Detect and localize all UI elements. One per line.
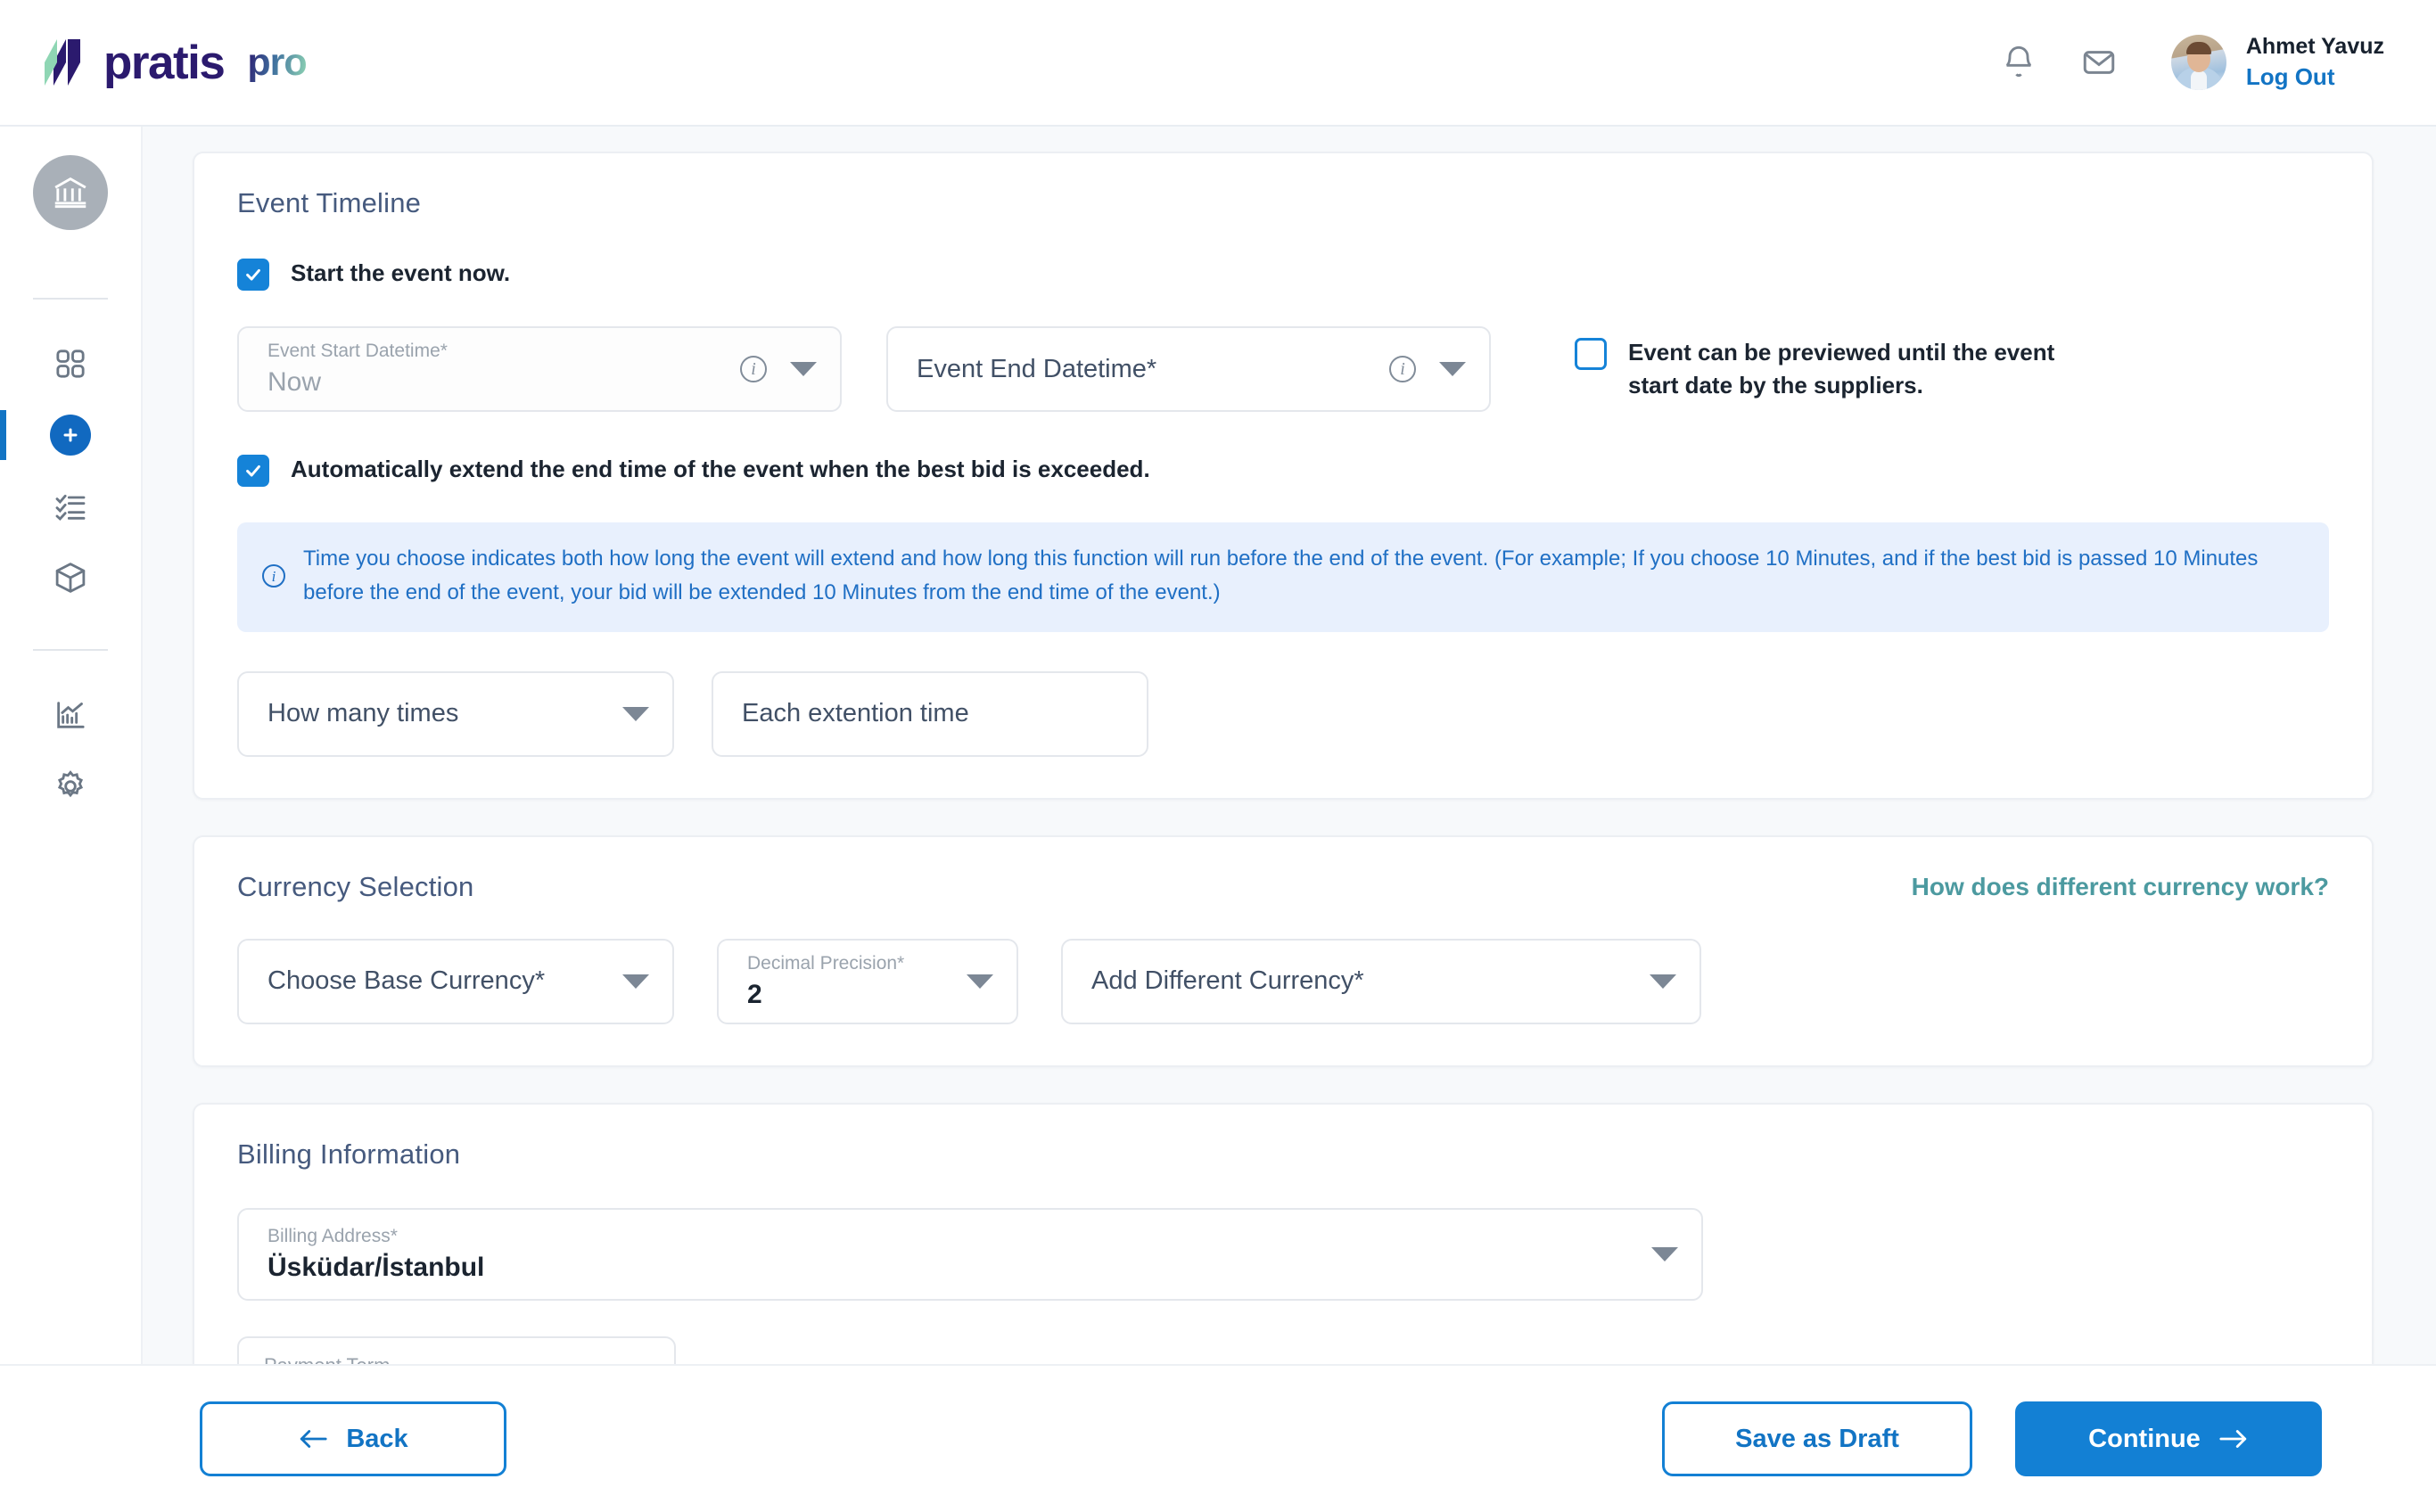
datetime-row: Event Start Datetime* Now i Event End Da… bbox=[237, 326, 2329, 412]
continue-button-label: Continue bbox=[2088, 1424, 2201, 1453]
avatar bbox=[2170, 35, 2226, 90]
arrow-left-icon bbox=[300, 1430, 327, 1448]
brand-logo[interactable]: pratis pro bbox=[45, 36, 308, 89]
event-start-datetime-field: Event Start Datetime* Now i bbox=[237, 326, 842, 412]
billing-address-value: Üsküdar/İstanbul bbox=[267, 1252, 485, 1282]
sidebar-item-reports[interactable] bbox=[0, 679, 141, 751]
extend-info-banner: i Time you choose indicates both how lon… bbox=[237, 522, 2329, 632]
how-many-times-placeholder: How many times bbox=[267, 699, 459, 728]
checklist-icon bbox=[55, 494, 86, 521]
save-as-draft-label: Save as Draft bbox=[1735, 1424, 1899, 1453]
chevron-down-icon[interactable] bbox=[1650, 974, 1676, 989]
payment-term-caption: Payment Term bbox=[264, 1354, 644, 1364]
add-different-currency-field[interactable]: Add Different Currency* bbox=[1061, 938, 1701, 1024]
event-start-datetime-label: Event Start Datetime* bbox=[267, 340, 448, 361]
currency-fields-row: Choose Base Currency* Decimal Precision*… bbox=[237, 938, 2329, 1024]
logo-text: pratis bbox=[103, 36, 226, 89]
app-root: pratis pro Ahmet Yavuz Log Out Event Tim… bbox=[0, 0, 2436, 1512]
arrow-right-icon bbox=[2219, 1430, 2246, 1448]
sidebar-divider-bottom bbox=[33, 649, 108, 651]
main-scroll-area[interactable]: Event Timeline Start the event now. Even… bbox=[143, 127, 2436, 1364]
decimal-precision-value: 2 bbox=[747, 979, 762, 1009]
chevron-down-icon[interactable] bbox=[622, 974, 649, 989]
chevron-down-icon[interactable] bbox=[790, 362, 817, 376]
base-currency-placeholder: Choose Base Currency* bbox=[267, 966, 546, 996]
sidebar bbox=[0, 127, 143, 1364]
box-package-icon bbox=[55, 563, 86, 593]
auto-extend-checkbox[interactable] bbox=[237, 455, 269, 487]
sidebar-item-tasks[interactable] bbox=[0, 471, 141, 542]
page-section-title-billing: Billing Information bbox=[237, 1138, 461, 1170]
sidebar-item-create-event[interactable] bbox=[0, 399, 141, 471]
continue-button[interactable]: Continue bbox=[2015, 1401, 2322, 1476]
billing-address-field[interactable]: Billing Address* Üsküdar/İstanbul bbox=[237, 1207, 1703, 1301]
each-extention-time-placeholder: Each extention time bbox=[742, 699, 969, 728]
extend-info-banner-text: Time you choose indicates both how long … bbox=[303, 546, 2259, 605]
each-extention-time-field[interactable]: Each extention time bbox=[712, 670, 1148, 757]
logo-pro-text: pro bbox=[247, 40, 307, 84]
event-end-datetime-field[interactable]: Event End Datetime* i bbox=[886, 326, 1491, 412]
back-button[interactable]: Back bbox=[200, 1401, 506, 1476]
check-icon bbox=[246, 268, 260, 281]
sidebar-item-settings[interactable] bbox=[0, 751, 141, 822]
envelope-icon[interactable] bbox=[2078, 42, 2119, 83]
event-start-datetime-value: Now bbox=[267, 367, 322, 398]
page-section-title-currency: Currency Selection bbox=[237, 870, 474, 902]
page-section-title-event-timeline: Event Timeline bbox=[237, 187, 422, 218]
chevron-down-icon[interactable] bbox=[622, 706, 649, 721]
preview-until-start-checkbox[interactable] bbox=[1575, 338, 1607, 371]
chevron-down-icon[interactable] bbox=[967, 974, 993, 989]
base-currency-field[interactable]: Choose Base Currency* bbox=[237, 938, 674, 1024]
sidebar-divider-top bbox=[33, 298, 108, 300]
body-row: Event Timeline Start the event now. Even… bbox=[0, 127, 2436, 1364]
decimal-precision-label: Decimal Precision* bbox=[747, 952, 905, 974]
chevron-down-icon[interactable] bbox=[1439, 362, 1466, 376]
preview-until-start-row[interactable]: Event can be previewed until the event s… bbox=[1575, 336, 2110, 402]
save-as-draft-button[interactable]: Save as Draft bbox=[1662, 1401, 1972, 1476]
top-header: pratis pro Ahmet Yavuz Log Out bbox=[0, 0, 2436, 127]
preview-until-start-label: Event can be previewed until the event s… bbox=[1628, 339, 2055, 399]
user-name: Ahmet Yavuz bbox=[2245, 33, 2384, 59]
info-icon: i bbox=[262, 564, 285, 588]
currency-help-link[interactable]: How does different currency work? bbox=[1912, 873, 2329, 901]
pratis-logo-icon bbox=[45, 39, 80, 86]
back-button-label: Back bbox=[346, 1424, 408, 1453]
how-many-times-field[interactable]: How many times bbox=[237, 670, 674, 757]
currency-selection-card: Currency Selection How does different cu… bbox=[193, 834, 2374, 1067]
auto-extend-label: Automatically extend the end time of the… bbox=[291, 456, 1150, 482]
extension-row: How many times Each extention time bbox=[237, 670, 2329, 757]
start-now-label: Start the event now. bbox=[291, 259, 511, 286]
event-timeline-card: Event Timeline Start the event now. Even… bbox=[193, 152, 2374, 800]
billing-information-card: Billing Information Billing Address* Üsk… bbox=[193, 1102, 2374, 1364]
logout-link[interactable]: Log Out bbox=[2246, 64, 2384, 90]
sidebar-item-dashboard[interactable] bbox=[0, 328, 141, 399]
start-now-checkbox-row[interactable]: Start the event now. bbox=[237, 257, 2329, 291]
bell-icon[interactable] bbox=[1998, 42, 2039, 83]
plus-icon bbox=[50, 415, 91, 456]
gear-icon bbox=[57, 770, 84, 798]
event-end-datetime-placeholder: Event End Datetime* bbox=[917, 354, 1157, 383]
chart-icon bbox=[57, 702, 85, 728]
footer-right-actions: Save as Draft Continue bbox=[1662, 1401, 2322, 1476]
check-icon bbox=[246, 464, 260, 477]
info-icon[interactable]: i bbox=[740, 356, 767, 382]
user-menu[interactable]: Ahmet Yavuz Log Out bbox=[2170, 33, 2384, 90]
decimal-precision-field[interactable]: Decimal Precision* 2 bbox=[717, 938, 1018, 1024]
billing-address-label: Billing Address* bbox=[267, 1225, 398, 1246]
auto-extend-row[interactable]: Automatically extend the end time of the… bbox=[237, 453, 2329, 487]
footer-actions-bar: Back Save as Draft Continue bbox=[0, 1364, 2436, 1512]
bank-icon[interactable] bbox=[33, 155, 108, 230]
start-now-checkbox[interactable] bbox=[237, 259, 269, 291]
chevron-down-icon[interactable] bbox=[1651, 1246, 1678, 1261]
sidebar-item-products[interactable] bbox=[0, 542, 141, 613]
add-different-currency-placeholder: Add Different Currency* bbox=[1091, 966, 1364, 996]
payment-term-group: Payment Term In Advance Deferred bbox=[237, 1335, 676, 1364]
info-icon[interactable]: i bbox=[1389, 356, 1416, 382]
header-actions: Ahmet Yavuz Log Out bbox=[1998, 33, 2384, 90]
grid-dashboard-icon bbox=[56, 349, 85, 378]
currency-header-row: Currency Selection How does different cu… bbox=[237, 871, 2329, 903]
